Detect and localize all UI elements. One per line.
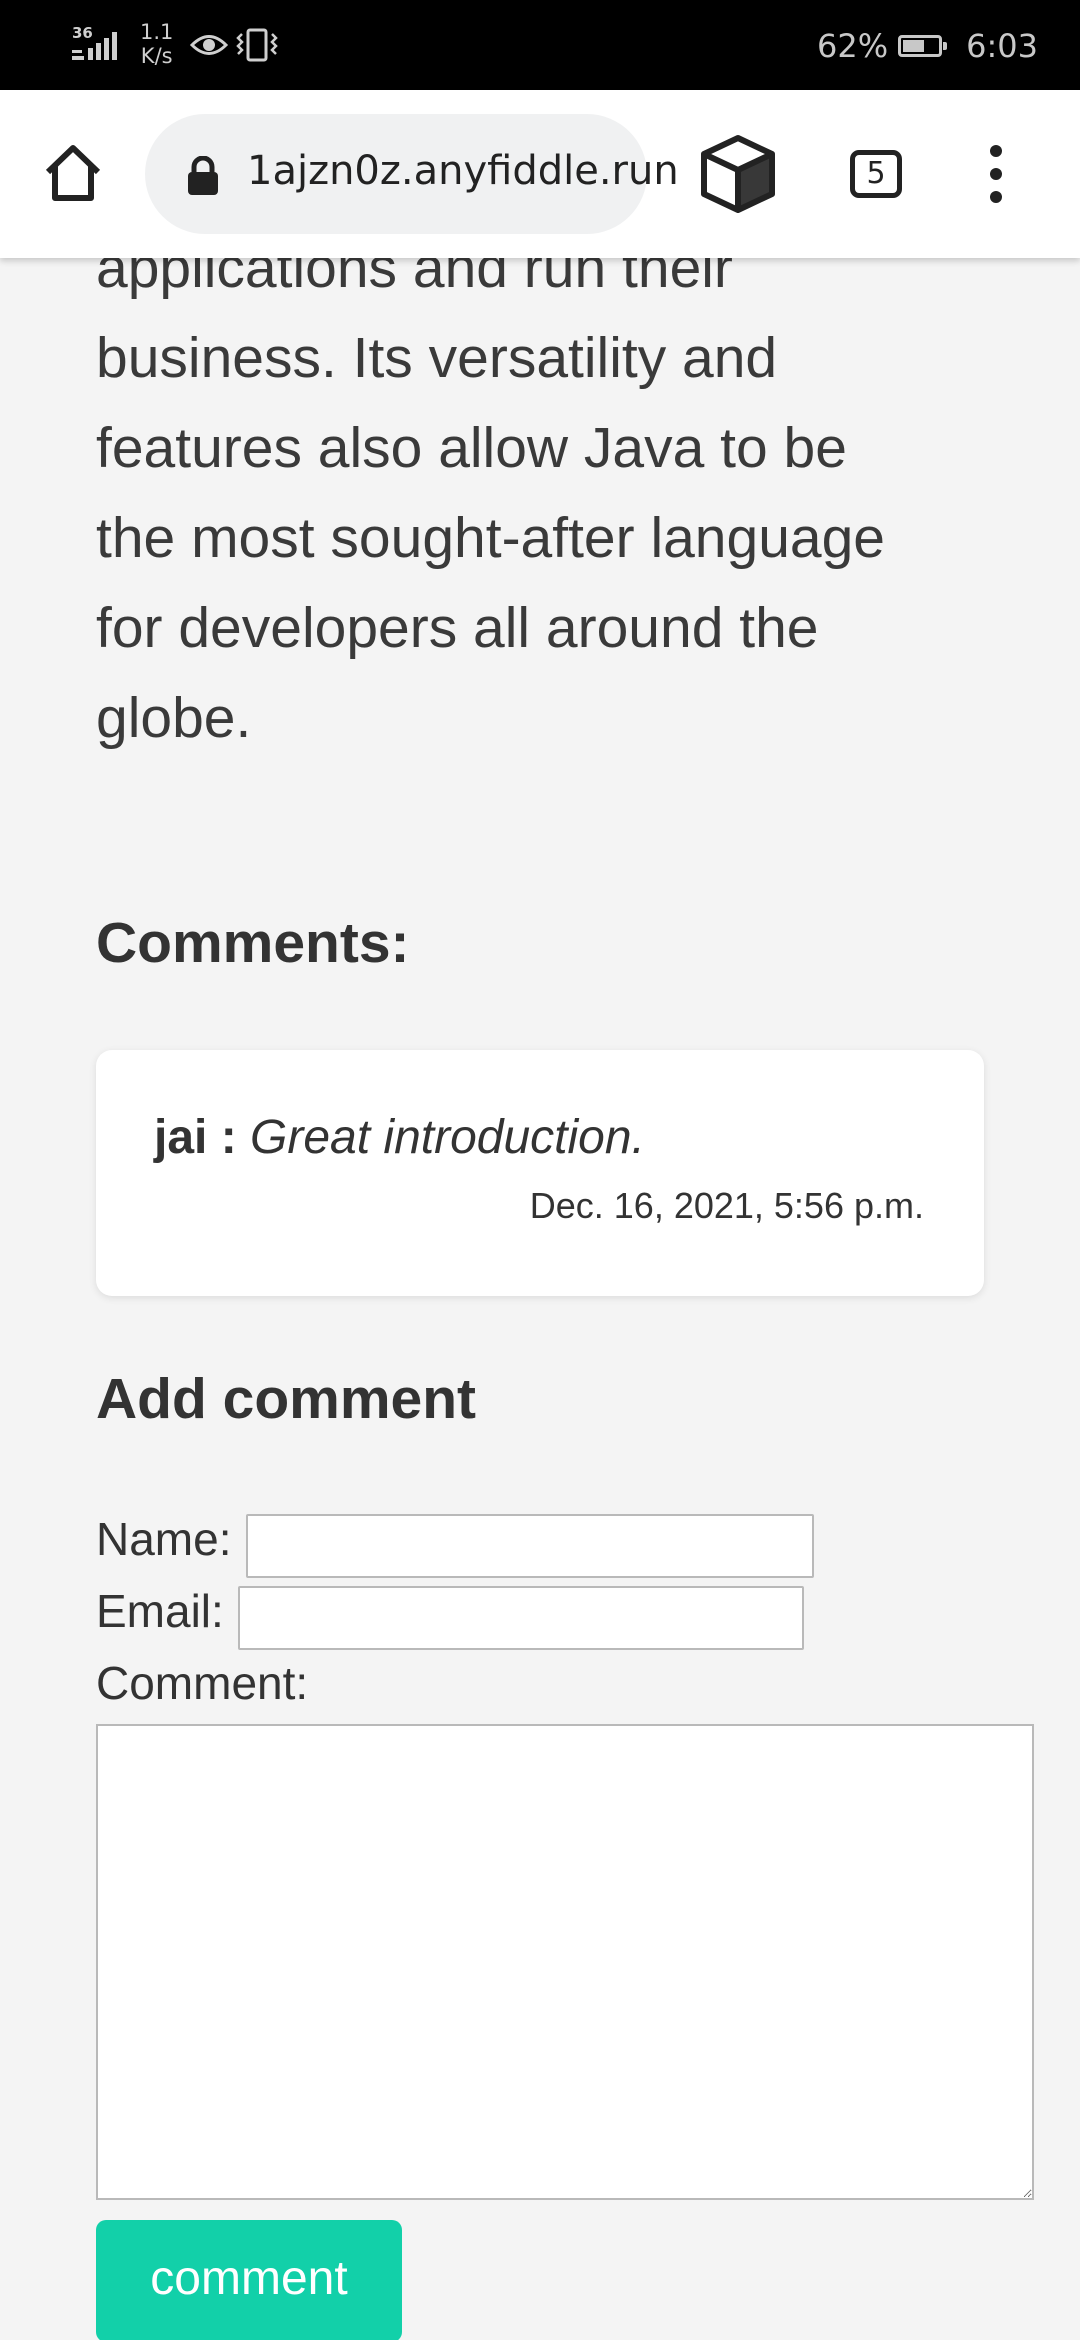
add-comment-heading: Add comment [96, 1367, 477, 1431]
lock-icon [188, 156, 218, 195]
more-menu-icon[interactable] [980, 142, 1012, 206]
cube-icon[interactable] [700, 134, 776, 214]
vibrate-icon [236, 28, 278, 62]
status-bar: 36 1.1 K/s 62% 6:03 [0, 0, 1080, 90]
url-text: 1ajzn0z.anyfiddle.run [247, 148, 679, 194]
comment-submit-button[interactable]: comment [96, 2220, 402, 2340]
article-line: business. Its versatility and [96, 326, 778, 390]
network-speed: 1.1 K/s [140, 20, 174, 68]
email-label: Email: [96, 1585, 224, 1637]
comment-text: Great introduction. [250, 1111, 645, 1164]
tabs-button[interactable]: 5 [850, 150, 902, 198]
signal-icon [72, 32, 117, 60]
comment-textarea[interactable] [96, 1724, 1034, 2200]
article-line: the most sought-after language [96, 506, 886, 570]
comment-date: Dec. 16, 2021, 5:56 p.m. [529, 1185, 924, 1226]
article-line: features also allow Java to be [96, 416, 847, 480]
article-text: applications and run their business. Its… [96, 258, 996, 763]
address-bar[interactable]: 1ajzn0z.anyfiddle.run [145, 114, 679, 234]
eye-icon [190, 35, 228, 55]
email-input[interactable] [238, 1586, 804, 1650]
battery-icon [898, 35, 948, 57]
comment-separator: : [207, 1111, 251, 1164]
article-line: for developers all around the [96, 596, 819, 660]
status-right: 62% 6:03 [817, 24, 1038, 68]
clock: 6:03 [966, 27, 1038, 65]
name-input[interactable] [246, 1514, 814, 1578]
name-label: Name: [96, 1513, 232, 1565]
comment-author: jai [154, 1111, 208, 1164]
browser-toolbar: 1ajzn0z.anyfiddle.run 5 [0, 90, 1080, 258]
comment-card: jai : Great introduction. Dec. 16, 2021,… [96, 1050, 984, 1296]
comment-line: jai : Great introduction. [154, 1110, 645, 1165]
home-icon[interactable] [40, 140, 106, 206]
comments-heading: Comments: [96, 911, 410, 975]
article-line: globe. [96, 686, 252, 750]
battery-percent: 62% [817, 27, 889, 65]
comment-label: Comment: [96, 1657, 309, 1709]
page-content: applications and run their business. Its… [0, 258, 1080, 2340]
article-line: applications and run their [96, 258, 733, 300]
